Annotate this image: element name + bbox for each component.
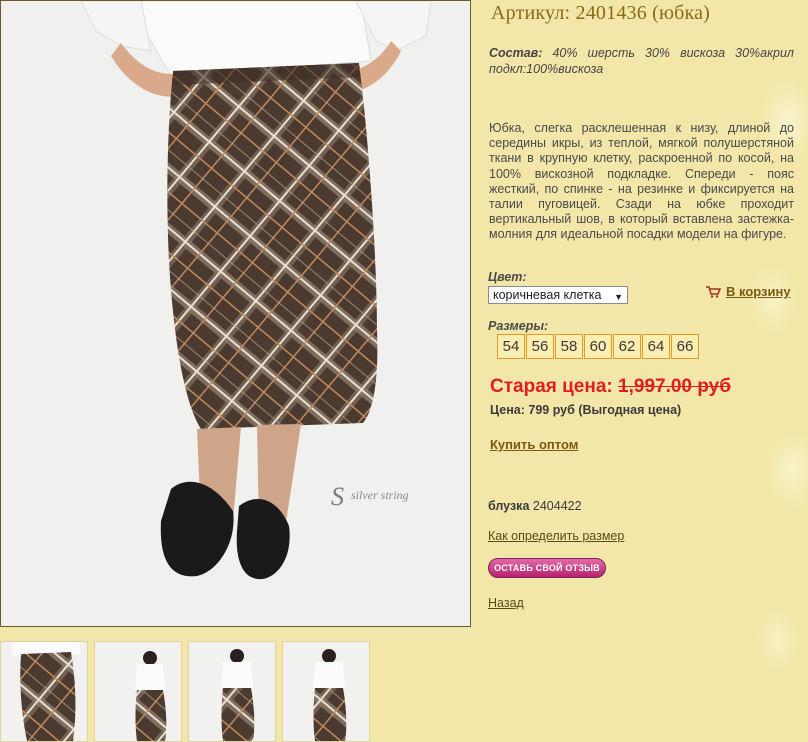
background-decoration (718, 0, 808, 742)
related-item-label: блузка (488, 499, 530, 513)
sizes-label: Размеры: (488, 319, 549, 333)
thumbnail-3[interactable] (188, 641, 276, 742)
cart-icon (706, 285, 721, 298)
size-option[interactable]: 58 (555, 334, 583, 359)
size-option[interactable]: 66 (671, 334, 699, 359)
product-title: Артикул: 2401436 (юбка) (491, 2, 711, 24)
thumbnail-2[interactable] (94, 641, 182, 742)
color-label: Цвет: (488, 270, 527, 284)
main-product-photo[interactable]: S silver string (0, 0, 471, 627)
composition-label: Состав: (489, 46, 543, 60)
size-option[interactable]: 62 (613, 334, 641, 359)
photo-watermark: silver string (351, 488, 409, 502)
size-option[interactable]: 64 (642, 334, 670, 359)
thumbnail-1[interactable] (0, 641, 88, 742)
add-to-cart-link[interactable]: В корзину (706, 284, 791, 299)
wholesale-link[interactable]: Купить оптом (490, 437, 578, 452)
old-price: Старая цена: 1,997.00 руб (490, 376, 731, 398)
color-select[interactable]: коричневая клетка ▼ (488, 286, 628, 304)
related-item-value: 2404422 (532, 499, 582, 513)
size-guide-link[interactable]: Как определить размер (488, 529, 624, 543)
old-price-label: Старая цена: (490, 376, 613, 397)
size-list: 54 56 58 60 62 64 66 (497, 334, 699, 359)
composition: Состав: 40% шерсть 30% вискоза 30%акрил … (489, 45, 794, 77)
add-to-cart-label: В корзину (726, 284, 791, 299)
color-select-value: коричневая клетка (493, 288, 602, 302)
related-item: блузка 2404422 (488, 499, 582, 513)
dropdown-arrow-icon: ▼ (614, 292, 623, 302)
size-option[interactable]: 60 (584, 334, 612, 359)
product-description: Юбка, слегка расклешенная к низу, длиной… (489, 121, 794, 242)
back-link[interactable]: Назад (488, 596, 524, 610)
size-option[interactable]: 56 (526, 334, 554, 359)
old-price-value: 1,997.00 руб (618, 376, 731, 397)
svg-text:S: S (331, 482, 344, 511)
size-option[interactable]: 54 (497, 334, 525, 359)
thumbnail-4[interactable] (282, 641, 370, 742)
current-price: Цена: 799 руб (Выгодная цена) (490, 403, 682, 417)
leave-review-button[interactable]: ОСТАВЬ СВОЙ ОТЗЫВ (488, 558, 606, 578)
